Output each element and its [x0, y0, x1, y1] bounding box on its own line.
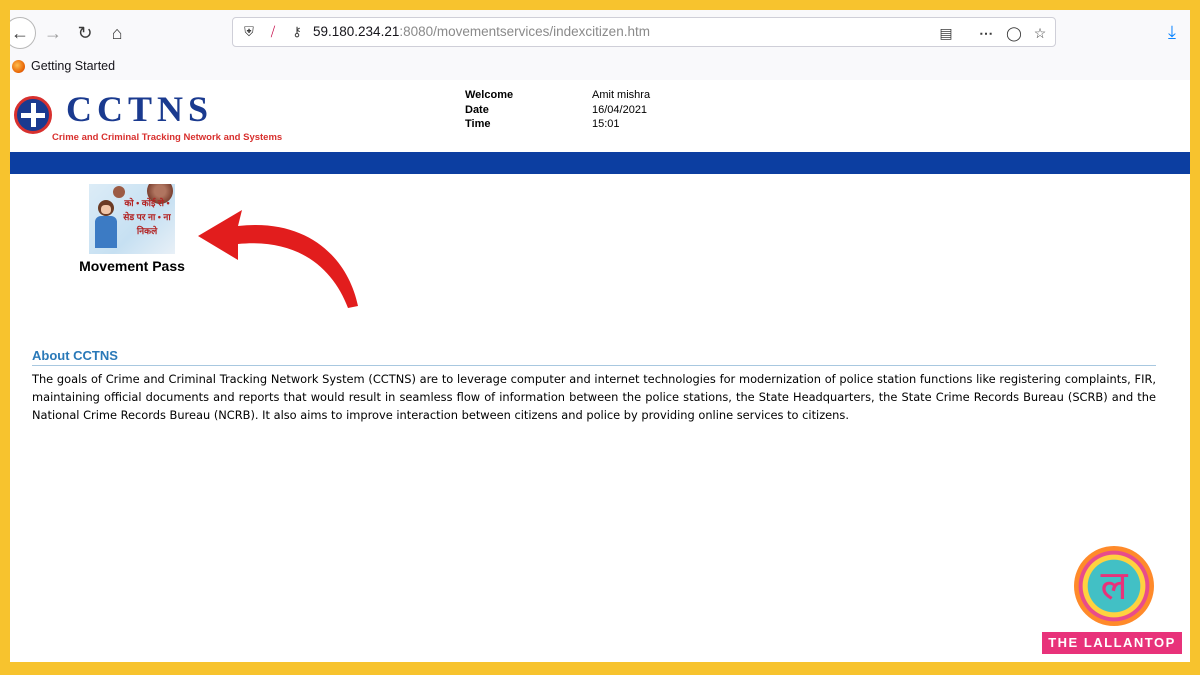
welcome-label: Welcome — [465, 89, 514, 101]
lallantop-brand: THE LALLANTOP — [1042, 632, 1182, 654]
about-text: The goals of Crime and Criminal Tracking… — [32, 372, 1156, 422]
bookmark-star-icon[interactable]: ☆ — [1031, 24, 1049, 42]
key-icon[interactable]: ⚷ — [289, 24, 305, 40]
forward-arrow-icon[interactable]: → — [40, 20, 66, 46]
red-arrow-icon — [198, 210, 358, 308]
url-text[interactable]: 59.180.234.21:8080/movementservices/inde… — [313, 24, 650, 39]
movement-pass-image[interactable]: को • कोई रो • सेड पर ना • ना निकले — [89, 184, 175, 254]
header-band — [10, 152, 1190, 174]
movement-pass-label[interactable]: Movement Pass — [72, 258, 192, 274]
screenshot-frame: ← → ↻ ⌂ ⛨ ⧸ ⚷ 59.180.234.21:8080/movemen… — [10, 10, 1190, 662]
time-row: Time 15:01 — [465, 117, 650, 132]
shield-icon[interactable]: ⛨ — [241, 24, 257, 40]
back-arrow-icon[interactable]: ← — [10, 17, 36, 49]
person-body — [95, 216, 117, 248]
date-row: Date 16/04/2021 — [465, 103, 650, 118]
home-icon[interactable]: ⌂ — [104, 20, 130, 46]
cctns-emblem-icon — [14, 96, 52, 134]
reload-icon[interactable]: ↻ — [72, 20, 98, 46]
url-path: :8080/movementservices/indexcitizen.htm — [399, 24, 650, 39]
poster-text: को • कोई रो • सेड पर ना • ना निकले — [123, 198, 171, 236]
person-icon — [95, 200, 117, 248]
person-face — [101, 205, 111, 214]
logo-title: CCTNS — [66, 89, 214, 129]
reader-view-icon[interactable]: ▤ — [937, 24, 955, 42]
lallantop-logo-icon: ल — [1100, 563, 1128, 608]
browser-toolbar: ← → ↻ ⌂ ⛨ ⧸ ⚷ 59.180.234.21:8080/movemen… — [10, 10, 1190, 54]
date-label: Date — [465, 103, 489, 116]
pocket-icon[interactable]: ◯ — [1005, 24, 1023, 42]
bookmark-label: Getting Started — [31, 59, 116, 73]
time-label: Time — [465, 118, 491, 130]
more-actions-icon[interactable]: ⋯ — [977, 24, 995, 42]
insecure-lock-icon[interactable]: ⧸ — [265, 24, 281, 40]
date-value: 16/04/2021 — [592, 103, 648, 116]
welcome-value: Amit mishra — [592, 89, 651, 101]
firefox-icon — [12, 59, 25, 73]
lallantop-watermark: ल THE LALLANTOP — [1042, 546, 1182, 656]
user-info: Welcome Amit mishra Date 16/04/2021 Time… — [465, 88, 650, 132]
about-title: About CCTNS — [32, 348, 1156, 366]
bookmarks-toolbar: Getting Started — [10, 54, 1190, 81]
url-host: 59.180.234.21 — [313, 24, 400, 39]
welcome-row: Welcome Amit mishra — [465, 88, 650, 103]
about-section: About CCTNS The goals of Crime and Crimi… — [32, 348, 1156, 424]
url-bar[interactable]: ⛨ ⧸ ⚷ 59.180.234.21:8080/movementservice… — [232, 17, 1056, 47]
web-page: CCTNS Crime and Criminal Tracking Networ… — [10, 80, 1190, 662]
download-icon[interactable]: ⤓ — [1168, 22, 1176, 43]
cctns-logo: CCTNS Crime and Criminal Tracking Networ… — [14, 89, 294, 143]
logo-subtitle: Crime and Criminal Tracking Network and … — [52, 132, 283, 143]
bookmark-getting-started[interactable]: Getting Started — [12, 59, 115, 73]
time-value: 15:01 — [592, 118, 620, 130]
